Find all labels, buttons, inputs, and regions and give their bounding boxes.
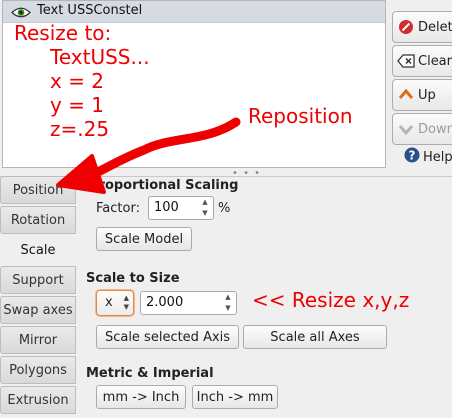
spin-arrows-icon[interactable]: ▲ ▼ — [221, 293, 235, 313]
annotation-resize-line: z=.25 — [50, 117, 110, 141]
factor-value: 100 — [154, 200, 179, 215]
size-spinbox[interactable]: 2.000 ▲ ▼ — [140, 291, 237, 315]
scale-all-axes-label: Scale all Axes — [270, 329, 360, 345]
tab-rotation[interactable]: Rotation — [0, 206, 76, 234]
spin-arrows-icon[interactable]: ▲ ▼ — [198, 198, 212, 218]
mm-to-inch-button[interactable]: mm -> Inch — [96, 385, 186, 409]
annotation-resize-line: TextUSS... — [50, 45, 150, 69]
scale-all-axes-button[interactable]: Scale all Axes — [243, 325, 387, 349]
svg-text:?: ? — [409, 149, 416, 163]
metric-imperial-title: Metric & Imperial — [86, 366, 214, 381]
help-button-label: Help — [423, 149, 452, 165]
annotation-resize-xyz: << Resize x,y,z — [252, 288, 410, 312]
axis-select-value: x — [105, 295, 113, 310]
tab-mirror[interactable]: Mirror — [0, 326, 76, 354]
delete-button-label: Delete — [418, 19, 452, 35]
tab-extrusion[interactable]: Extrusion — [0, 386, 76, 414]
tab-label: Support — [12, 272, 64, 288]
scale-selected-axis-button[interactable]: Scale selected Axis — [96, 325, 239, 349]
annotation-resize-title: Resize to: — [14, 21, 112, 45]
size-value: 2.000 — [146, 295, 184, 310]
inch-to-mm-label: Inch -> mm — [196, 389, 274, 405]
proportional-scaling-title: Proportional Scaling — [89, 178, 239, 193]
scale-to-size-title: Scale to Size — [86, 271, 180, 286]
eye-icon[interactable] — [11, 6, 31, 19]
help-icon: ? — [404, 147, 420, 167]
mm-to-inch-label: mm -> Inch — [102, 389, 180, 405]
tab-label: Scale — [20, 242, 56, 258]
scale-model-button[interactable]: Scale Model — [96, 227, 192, 251]
move-down-button[interactable]: Down — [392, 113, 452, 145]
tab-label: Polygons — [9, 362, 67, 378]
tab-position[interactable]: Position — [0, 176, 76, 204]
list-item-label: Text USSConstel — [37, 3, 143, 18]
tab-swap-axes[interactable]: Swap axes — [0, 296, 76, 324]
axis-select[interactable]: x ▲ ▼ — [96, 290, 134, 316]
move-up-button[interactable]: Up — [392, 79, 452, 111]
clear-icon — [397, 52, 415, 70]
list-item[interactable]: Text USSConstel — [3, 1, 385, 23]
annotation-resize-line: x = 2 — [50, 69, 105, 93]
clear-button-label: Clear — [418, 53, 452, 69]
arrow-down-icon — [397, 120, 415, 138]
percent-unit: % — [218, 201, 231, 216]
delete-icon — [397, 18, 415, 36]
tab-label: Rotation — [10, 212, 66, 228]
delete-button[interactable]: Delete — [392, 11, 452, 43]
factor-spinbox[interactable]: 100 ▲ ▼ — [148, 196, 214, 220]
tab-polygons[interactable]: Polygons — [0, 356, 76, 384]
inch-to-mm-button[interactable]: Inch -> mm — [192, 385, 278, 409]
tab-support[interactable]: Support — [0, 266, 76, 294]
tab-scale[interactable]: Scale — [0, 236, 76, 264]
tab-label: Swap axes — [3, 302, 73, 318]
clear-button[interactable]: Clear — [392, 45, 452, 77]
move-down-button-label: Down — [418, 121, 452, 137]
help-button[interactable]: ? Help — [404, 147, 452, 167]
arrow-up-icon — [397, 86, 415, 104]
move-up-button-label: Up — [418, 87, 436, 103]
scale-model-button-label: Scale Model — [104, 231, 184, 247]
annotation-resize-line: y = 1 — [50, 93, 105, 117]
scale-selected-axis-label: Scale selected Axis — [104, 329, 231, 345]
factor-label: Factor: — [96, 201, 140, 216]
chevron-updown-icon: ▲ ▼ — [123, 294, 129, 311]
annotation-reposition: Reposition — [248, 104, 353, 128]
tab-label: Extrusion — [7, 392, 69, 408]
tab-label: Mirror — [18, 332, 58, 348]
tab-label: Position — [12, 182, 64, 198]
